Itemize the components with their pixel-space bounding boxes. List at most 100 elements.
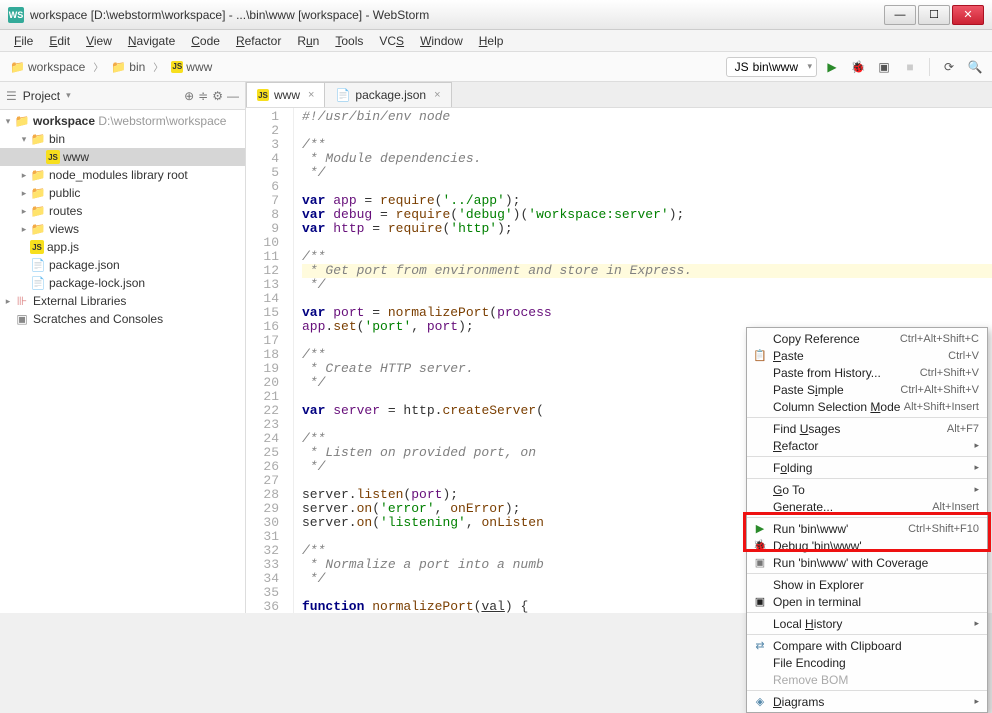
debug-icon: 🐞 [752,539,768,552]
js-icon: JS [30,240,44,254]
close-tab-icon[interactable]: × [434,89,440,101]
search-button[interactable]: 🔍 [964,56,986,78]
menu-vcs[interactable]: VCS [371,32,412,50]
window-minimize-button[interactable]: — [884,5,916,25]
tree-file-appjs[interactable]: JSapp.js [0,238,245,256]
menu-edit[interactable]: Edit [41,32,78,50]
tree-scratches[interactable]: ▣Scratches and Consoles [0,310,245,328]
diagram-icon: ◈ [752,695,768,708]
folder-icon: 📁 [30,168,46,182]
tree-folder-bin[interactable]: ▾📁bin [0,130,245,148]
tree-root[interactable]: ▾📁workspace D:\webstorm\workspace [0,112,245,130]
navigation-bar: 📁workspace 〉 📁bin 〉 JSwww JS bin\www ▶ 🐞… [0,52,992,82]
menu-code[interactable]: Code [183,32,228,50]
breadcrumb-www[interactable]: JSwww [167,58,216,76]
tree-folder-views[interactable]: ▸📁views [0,220,245,238]
project-panel-header[interactable]: ☰ Project ▾ ⊕ ≑ ⚙ — [0,82,245,110]
menu-help[interactable]: Help [471,32,512,50]
debug-button[interactable]: 🐞 [847,56,869,78]
tree-file-www[interactable]: JSwww [0,148,245,166]
editor-area: JSwww× 📄 package.json × 123456789101112131… [246,82,992,613]
gutter: 1234567891011121314151617181920212223242… [246,108,294,613]
js-icon: JS [171,61,183,73]
project-tree: ▾📁workspace D:\webstorm\workspace ▾📁bin … [0,110,245,613]
cm-paste-history[interactable]: Paste from History...Ctrl+Shift+V [747,364,987,381]
tree-folder-node-modules[interactable]: ▸📁node_modules library root [0,166,245,184]
scroll-from-source-icon[interactable]: ⊕ [184,89,194,103]
libraries-icon: ⊪ [14,294,30,308]
project-panel-title: Project [23,89,60,103]
cm-paste[interactable]: 📋PasteCtrl+V [747,347,987,364]
json-icon: 📄 [30,276,46,290]
close-tab-icon[interactable]: × [308,89,314,101]
cm-paste-simple[interactable]: Paste SimpleCtrl+Alt+Shift+V [747,381,987,398]
cm-debug[interactable]: 🐞Debug 'bin\www' [747,537,987,554]
cm-run[interactable]: ▶Run 'bin\www'Ctrl+Shift+F10 [747,520,987,537]
tree-folder-routes[interactable]: ▸📁routes [0,202,245,220]
menu-navigate[interactable]: Navigate [120,32,183,50]
chevron-right-icon: 〉 [93,59,103,74]
window-maximize-button[interactable]: ☐ [918,5,950,25]
run-configuration-selector[interactable]: JS bin\www [726,57,817,77]
folder-icon: 📁 [10,60,25,74]
window-title: workspace [D:\webstorm\workspace] - ...\… [30,8,884,22]
tree-file-packagejson[interactable]: 📄package.json [0,256,245,274]
menu-window[interactable]: Window [412,32,471,50]
run-icon: ▶ [752,522,768,535]
menu-run[interactable]: Run [289,32,327,50]
menu-file[interactable]: File [6,32,41,50]
cm-generate[interactable]: Generate...Alt+Insert [747,498,987,515]
breadcrumb-label: www [186,60,212,74]
js-icon: JS [735,60,749,74]
editor-tabs: JSwww× 📄 package.json × [246,82,992,108]
window-titlebar: WS workspace [D:\webstorm\workspace] - .… [0,0,992,30]
cm-column-selection[interactable]: Column Selection ModeAlt+Shift+Insert [747,398,987,415]
tree-file-packagelock[interactable]: 📄package-lock.json [0,274,245,292]
paste-icon: 📋 [752,349,768,362]
cm-find-usages[interactable]: Find UsagesAlt+F7 [747,420,987,437]
editor-tab-packagejson[interactable]: 📄 package.json × [324,82,451,107]
stop-button[interactable]: ■ [899,56,921,78]
app-icon: WS [8,7,24,23]
coverage-icon: ▣ [752,556,768,569]
cm-local-history[interactable]: Local History▸ [747,615,987,632]
scratches-icon: ▣ [14,312,30,326]
folder-icon: 📁 [14,114,30,128]
cm-open-terminal[interactable]: ▣Open in terminal [747,593,987,610]
hide-panel-icon[interactable]: — [227,89,239,103]
editor-context-menu: Copy ReferenceCtrl+Alt+Shift+C 📋PasteCtr… [746,327,988,713]
cm-show-in-explorer[interactable]: Show in Explorer [747,576,987,593]
terminal-icon: ▣ [752,595,768,608]
folder-icon: 📁 [30,222,46,236]
json-icon: 📄 [335,88,350,102]
menu-view[interactable]: View [78,32,120,50]
cm-refactor[interactable]: Refactor▸ [747,437,987,454]
window-close-button[interactable]: ✕ [952,5,984,25]
compare-icon: ⇄ [752,639,768,652]
cm-diagrams[interactable]: ◈Diagrams▸ [747,693,987,710]
json-icon: 📄 [30,258,46,272]
cm-folding[interactable]: Folding▸ [747,459,987,476]
breadcrumb-workspace[interactable]: 📁workspace [6,58,89,76]
folder-icon: 📁 [30,204,46,218]
cm-file-encoding[interactable]: File Encoding [747,654,987,671]
coverage-button[interactable]: ▣ [873,56,895,78]
cm-copy-reference[interactable]: Copy ReferenceCtrl+Alt+Shift+C [747,330,987,347]
tree-external-libraries[interactable]: ▸⊪External Libraries [0,292,245,310]
cm-compare-clipboard[interactable]: ⇄Compare with Clipboard [747,637,987,654]
menu-bar: File Edit View Navigate Code Refactor Ru… [0,30,992,52]
collapse-all-icon[interactable]: ≑ [198,89,208,103]
run-button[interactable]: ▶ [821,56,843,78]
settings-icon[interactable]: ⚙ [212,89,223,103]
chevron-right-icon: 〉 [153,59,163,74]
breadcrumb-label: workspace [28,60,85,74]
cm-goto[interactable]: Go To▸ [747,481,987,498]
menu-refactor[interactable]: Refactor [228,32,289,50]
cm-run-coverage[interactable]: ▣Run 'bin\www' with Coverage [747,554,987,571]
tree-folder-public[interactable]: ▸📁public [0,184,245,202]
tab-label: package.json [355,88,426,102]
editor-tab-www[interactable]: JSwww× [246,82,325,107]
menu-tools[interactable]: Tools [327,32,371,50]
breadcrumb-bin[interactable]: 📁bin [107,58,149,76]
update-project-button[interactable]: ⟳ [938,56,960,78]
